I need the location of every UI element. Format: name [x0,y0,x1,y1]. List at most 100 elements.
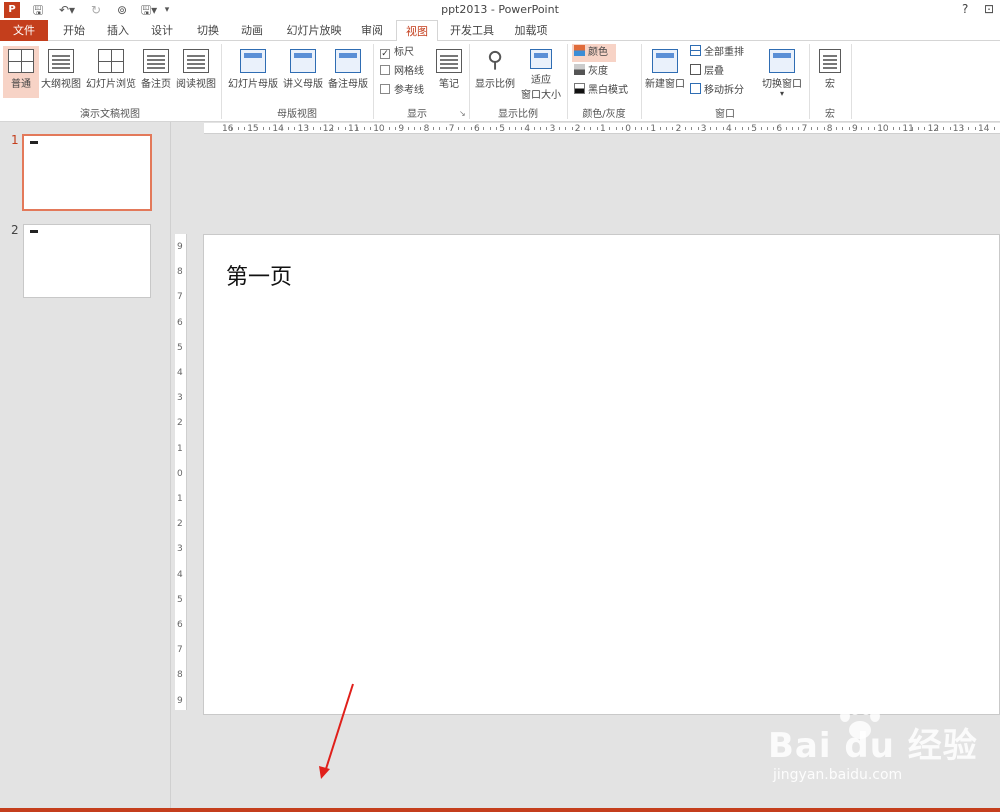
ruler-minor-tick [867,127,869,130]
tab-review[interactable]: 审阅 [352,20,392,41]
ribbon-display-options-button[interactable]: ⊡ [984,2,994,16]
ruler-minor-tick [817,127,819,130]
notes-page-button[interactable]: 备注页 [139,46,173,98]
slide-thumbnail-1[interactable] [22,134,152,211]
ruler-minor-tick [294,127,296,130]
ruler-minor-tick [615,127,617,130]
ruler-tick-label: 4 [177,569,183,580]
tab-design[interactable]: 设计 [142,20,182,41]
group-label-master-views: 母版视图 [277,109,317,120]
notes-page-icon [143,49,169,73]
tab-developer[interactable]: 开发工具 [444,20,500,41]
ruler-minor-tick [659,127,661,130]
handout-master-button[interactable]: 讲义母版 [281,46,325,98]
black-white-mode-button[interactable]: 黑白模式 [574,82,628,100]
ruler-tick-label: 8 [423,124,430,134]
slide-canvas[interactable]: 第一页 [203,234,1000,715]
ruler-minor-tick [666,127,667,130]
macros-button[interactable]: 宏 [813,46,847,98]
ruler-tick-label: 9 [852,124,858,134]
ruler-tick-label: 6 [776,124,783,134]
zoom-button[interactable]: ⚲ 显示比例 [472,46,518,98]
ruler-minor-tick [697,127,699,130]
ruler-minor-tick [470,127,472,130]
ruler-minor-tick [558,127,560,130]
reading-view-button[interactable]: 阅读视图 [174,46,218,98]
ruler-minor-tick [848,127,850,130]
macros-icon [819,49,841,73]
ruler-minor-tick [911,127,913,130]
ruler-minor-tick [508,127,510,130]
ruler-minor-tick [634,127,636,130]
ruler-minor-tick [722,127,724,130]
tab-insert[interactable]: 插入 [98,20,138,41]
ruler-minor-tick [243,127,245,130]
ruler-tick-label: 1 [600,124,606,134]
arrange-all-button[interactable]: 全部重排 [690,44,744,62]
help-button[interactable]: ? [962,2,968,16]
ruler-minor-tick [647,127,649,130]
ribbon-tabs: 文件 开始 插入 设计 切换 动画 幻灯片放映 审阅 视图 开发工具 加载项 [0,20,1000,42]
ruler-minor-tick [842,127,844,130]
tab-home[interactable]: 开始 [54,20,94,41]
ruler-minor-tick [231,127,233,130]
black-white-swatch-icon [574,83,585,94]
horizontal-ruler[interactable]: 16 15 14 13 12 11 10 9 8 7 6 5 4 3 2 1 0 1 2 3 4 5 6 7 8 9 10 11 12 1… [204,123,1000,134]
ruler-checkbox[interactable]: ✓ 标尺 [380,44,414,62]
ruler-minor-tick [281,127,283,130]
ruler-tick-label: 8 [826,124,833,134]
tab-animations[interactable]: 动画 [232,20,272,41]
ruler-minor-tick [414,127,415,130]
dialog-launcher-icon[interactable]: ↘ [459,109,466,118]
ruler-tick-label: 0 [625,124,631,134]
guides-checkbox[interactable]: 参考线 [380,82,424,100]
ruler-minor-tick [987,127,989,130]
outline-view-button[interactable]: 大纲视图 [40,46,82,98]
status-bar [0,808,1000,812]
tab-view[interactable]: 视图 [396,20,438,42]
tab-add-ins[interactable]: 加载项 [506,20,556,41]
cascade-button[interactable]: 层叠 [690,63,724,81]
outline-view-icon [48,49,74,73]
new-window-button[interactable]: 新建窗口 [644,46,686,98]
ruler-minor-tick [319,127,321,130]
ruler-minor-tick [458,127,460,130]
ruler-tick-label: 3 [177,544,183,555]
slide-title-text[interactable]: 第一页 [226,259,292,291]
ruler-minor-tick [306,127,308,130]
ruler-tick-label: 6 [177,620,183,630]
notes-icon [436,49,462,73]
slide-sorter-button[interactable]: 幻灯片浏览 [84,46,138,98]
ruler-tick-label: 2 [177,418,183,429]
slide-number: 1 [11,133,19,147]
group-label-zoom: 显示比例 [498,109,538,120]
checkbox-unchecked-icon [380,84,390,94]
ruler-minor-tick [621,127,623,130]
ruler-minor-tick [773,127,775,130]
normal-view-button[interactable]: 普通 [3,46,39,98]
new-window-icon [652,49,678,73]
ruler-tick-label: 3 [549,124,556,134]
ruler-minor-tick [344,127,346,130]
vertical-ruler[interactable]: 9 8 7 6 5 4 3 2 1 0 1 2 3 4 5 6 7 8 9 [175,234,187,710]
slide-thumbnail-2[interactable] [23,224,151,298]
notes-button[interactable]: 笔记 [433,46,465,98]
color-mode-button[interactable]: 颜色 [572,44,616,62]
grayscale-mode-button[interactable]: 灰度 [574,63,608,81]
gridlines-checkbox[interactable]: 网格线 [380,63,424,81]
ruler-minor-tick [962,127,964,130]
slide-number: 2 [11,223,19,237]
ruler-tick-label: 4 [524,124,531,134]
switch-windows-button[interactable]: 切换窗口 ▾ [758,46,806,98]
slide-master-button[interactable]: 幻灯片母版 [226,46,280,98]
ruler-tick-label: 7 [801,124,808,134]
notes-master-button[interactable]: 备注母版 [326,46,370,98]
tab-transitions[interactable]: 切换 [188,20,228,41]
tab-slideshow[interactable]: 幻灯片放映 [280,20,348,41]
fit-to-window-button[interactable]: 适应 窗口大小 [518,46,564,104]
move-split-button[interactable]: 移动拆分 [690,82,744,100]
ruler-minor-tick [899,127,901,130]
tab-file[interactable]: 文件 [0,20,48,41]
ruler-minor-tick [332,127,334,130]
arrange-all-icon [690,45,701,56]
